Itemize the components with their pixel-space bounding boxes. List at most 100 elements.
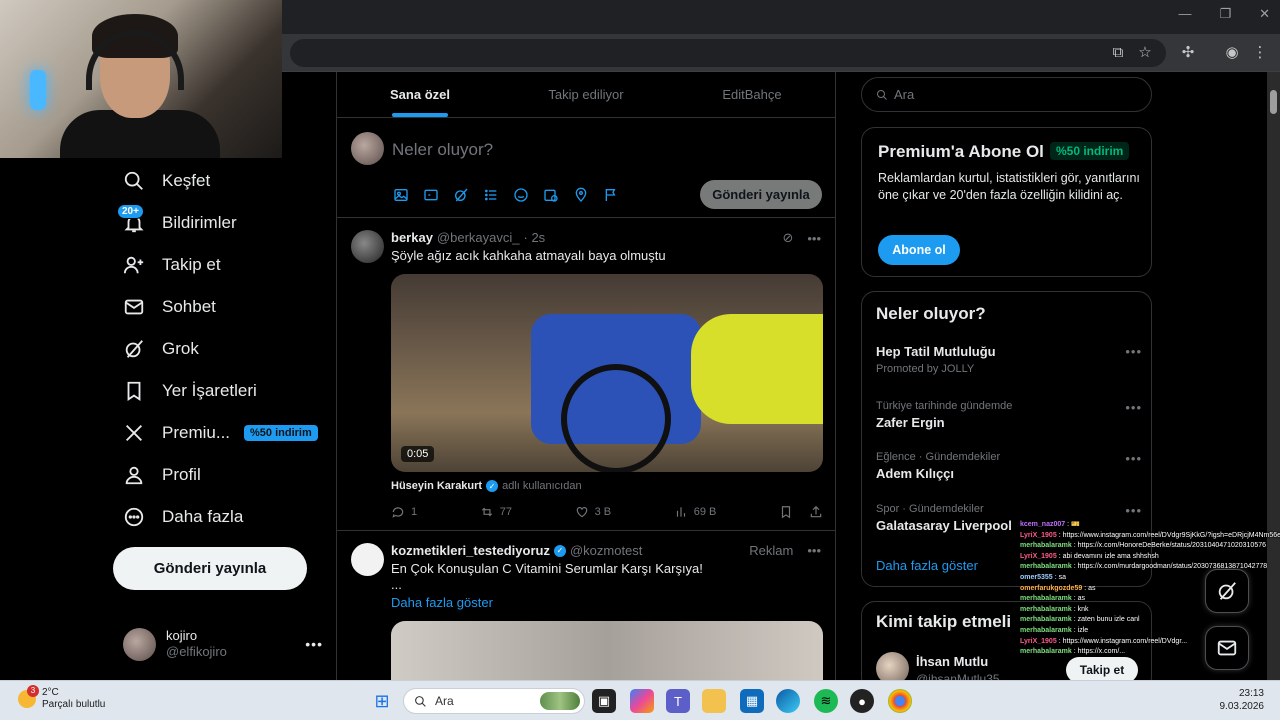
avatar (351, 132, 384, 165)
more-icon[interactable]: ••• (1125, 344, 1142, 359)
file-explorer-icon[interactable] (702, 689, 726, 713)
chat-username: merhabalaramk (1020, 605, 1072, 613)
more-icon[interactable]: ••• (305, 636, 323, 652)
install-app-icon[interactable]: ⧉ (1108, 43, 1128, 63)
more-icon[interactable]: ••• (1125, 451, 1142, 466)
store-icon[interactable]: ▦ (740, 689, 764, 713)
tweet-ad[interactable]: kozmetikleri_testediyoruz ✓ @kozmotest R… (337, 531, 835, 680)
more-icon[interactable]: ••• (807, 231, 821, 246)
timeline-tabs: Sana özel Takip ediliyor EditBahçe (337, 72, 835, 118)
tab-following[interactable]: Takip ediliyor (503, 72, 669, 117)
sidebar-item-explore[interactable]: Keşfet (100, 160, 330, 202)
more-icon[interactable]: ••• (1125, 400, 1142, 415)
views-icon (676, 507, 685, 517)
sidebar-item-bookmarks[interactable]: Yer İşaretleri (100, 370, 330, 412)
sidebar-item-premium[interactable]: Premiu... %50 indirim (100, 412, 330, 454)
chrome-icon[interactable] (888, 689, 912, 713)
sidebar-item-follow[interactable]: Takip et (100, 244, 330, 286)
sidebar-item-notifications[interactable]: 20+ Bildirimler (100, 202, 330, 244)
account-switcher[interactable]: kojiro @elfikojiro ••• (123, 626, 323, 662)
share-icon (810, 505, 822, 518)
trend-item[interactable]: Hep Tatil Mutluluğu Promoted by JOLLY ••… (876, 344, 1142, 378)
windows-start-icon[interactable]: ⊞ (370, 689, 394, 713)
minimize-icon[interactable]: — (1178, 6, 1191, 22)
subscribe-button[interactable]: Abone ol (878, 235, 960, 265)
tweet-video[interactable]: 0:05 (391, 274, 823, 472)
copilot-icon[interactable] (630, 689, 654, 713)
sidebar-item-more[interactable]: Daha fazla (100, 496, 330, 538)
close-icon[interactable]: ✕ (1259, 6, 1270, 22)
tweet-image[interactable] (391, 621, 823, 680)
schedule-icon[interactable] (542, 186, 560, 204)
more-icon[interactable]: ••• (1125, 503, 1142, 518)
show-more-link[interactable]: Daha fazla göster (391, 595, 493, 610)
gif-icon[interactable] (422, 186, 440, 204)
profile-icon[interactable]: ◉ (1222, 43, 1242, 63)
grok-icon[interactable] (452, 186, 470, 204)
flag-icon[interactable] (602, 186, 620, 204)
who-to-follow-title: Kimi takip etmeli (876, 612, 1012, 631)
composer-input[interactable]: Neler oluyor? (392, 140, 493, 160)
chat-text: : 🎫 (1067, 521, 1080, 528)
tweet-time[interactable]: · 2s (524, 230, 546, 245)
spotify-icon[interactable]: ≋ (814, 689, 838, 713)
grok-icon[interactable]: ⊘ (782, 230, 793, 246)
taskbar-search[interactable]: Ara (403, 688, 585, 714)
repost-button[interactable]: 77 (480, 505, 512, 519)
obs-icon[interactable]: ● (850, 689, 874, 713)
teams-icon[interactable]: T (666, 689, 690, 713)
tweet-author-handle[interactable]: @kozmotest (570, 543, 642, 558)
image-icon[interactable] (392, 186, 410, 204)
task-view-icon[interactable]: ▣ (592, 689, 616, 713)
tab-for-you[interactable]: Sana özel (337, 72, 503, 117)
location-icon[interactable] (572, 186, 590, 204)
poll-icon[interactable] (482, 186, 500, 204)
weather-widget[interactable]: 3 2°C Parçalı bulutlu (18, 685, 105, 711)
tweet[interactable]: berkay @berkayavci_ · 2s ⊘ ••• Şöyle ağı… (337, 218, 835, 531)
sidebar-item-label: Yer İşaretleri (162, 381, 257, 400)
person-icon (122, 463, 146, 487)
sidebar-item-profile[interactable]: Profil (100, 454, 330, 496)
emoji-icon[interactable] (512, 186, 530, 204)
trend-item[interactable]: Eğlence · Gündemdekiler Adem Kılıççı ••• (876, 451, 1142, 481)
composer-post-button[interactable]: Gönderi yayınla (700, 180, 822, 209)
clock-time: 23:13 (1238, 688, 1264, 699)
chat-text: : as (1084, 584, 1096, 592)
tab-editbahce[interactable]: EditBahçe (669, 72, 835, 117)
extensions-icon[interactable]: ✣ (1178, 43, 1198, 63)
maximize-icon[interactable]: ❐ (1219, 6, 1231, 22)
tweet-actions: 1 77 3 B 69 B (391, 505, 823, 519)
address-bar[interactable] (290, 39, 1166, 67)
sidebar-item-grok[interactable]: Grok (100, 328, 330, 370)
tweet-author-handle[interactable]: @berkayavci_ (437, 230, 520, 245)
views-button[interactable]: 69 B (674, 505, 716, 519)
x-logo-icon (122, 421, 146, 445)
tweet-author-name[interactable]: kozmetikleri_testediyoruz (391, 543, 550, 558)
trend-item[interactable]: Türkiye tarihinde gündemde Zafer Ergin •… (876, 400, 1142, 430)
credit-name[interactable]: Hüseyin Karakurt (391, 480, 482, 492)
messages-fab[interactable] (1205, 626, 1249, 670)
grok-fab[interactable] (1205, 569, 1249, 613)
like-button[interactable]: 3 B (575, 505, 611, 519)
suggested-user-name[interactable]: İhsan Mutlu (916, 654, 988, 669)
bookmark-star-icon[interactable]: ☆ (1135, 43, 1155, 63)
scrollbar-thumb[interactable] (1270, 90, 1277, 114)
avatar[interactable] (351, 543, 384, 576)
reply-button[interactable]: 1 (391, 505, 417, 519)
chat-text: : knk (1073, 605, 1089, 613)
sidebar-item-chat[interactable]: Sohbet (100, 286, 330, 328)
post-button[interactable]: Gönderi yayınla (113, 547, 307, 590)
chat-message: merhabalaramk: https://x.com/HonoreDeBer… (1020, 541, 1280, 552)
tweet-author-name[interactable]: berkay (391, 230, 433, 245)
chat-username: omer5355 (1020, 573, 1053, 581)
system-clock[interactable]: 23:13 9.03.2026 (1220, 687, 1265, 713)
chat-username: merhabalaramk (1020, 542, 1072, 550)
avatar[interactable] (351, 230, 384, 263)
trends-show-more[interactable]: Daha fazla göster (876, 558, 978, 573)
search-input[interactable]: Ara (861, 77, 1152, 112)
edge-icon[interactable] (776, 689, 800, 713)
more-icon[interactable]: ••• (807, 543, 821, 558)
tweet-ellipsis: ... (391, 577, 402, 592)
browser-menu-icon[interactable]: ⋮ (1250, 43, 1270, 63)
window-controls: — ❐ ✕ (1178, 6, 1270, 22)
